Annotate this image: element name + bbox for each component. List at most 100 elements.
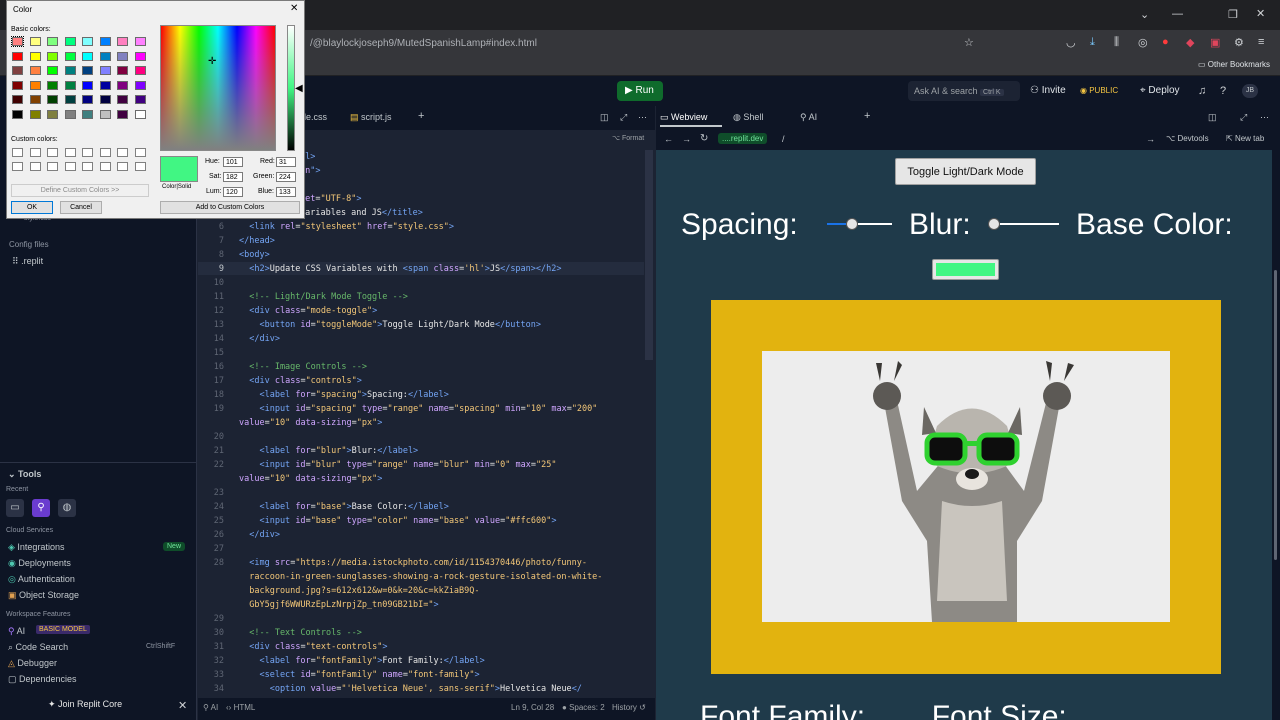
basic-color-swatch[interactable]: [117, 109, 128, 119]
help-icon[interactable]: ?: [1220, 85, 1226, 97]
basic-color-swatch[interactable]: [12, 95, 23, 104]
join-core-button[interactable]: ✦ Join Replit Core: [48, 699, 122, 710]
base-color-input[interactable]: [932, 259, 999, 280]
library-icon[interactable]: ⫼: [1114, 36, 1119, 49]
basic-color-swatch[interactable]: [117, 95, 128, 104]
deploy-button[interactable]: ⌖ Deploy: [1140, 81, 1180, 101]
basic-color-swatch[interactable]: [47, 80, 58, 90]
basic-color-swatch[interactable]: [82, 95, 93, 104]
basic-color-swatch[interactable]: [134, 66, 146, 75]
new-tab-icon[interactable]: +: [864, 110, 870, 122]
tab-ai[interactable]: ⚲ AI: [800, 112, 817, 123]
blue-field[interactable]: 133: [276, 187, 296, 197]
status-spaces[interactable]: ● Spaces: 2: [562, 703, 605, 712]
tools-label[interactable]: ⌄ Tools: [8, 469, 41, 480]
luminosity-bar[interactable]: [287, 25, 295, 151]
new-tab-button[interactable]: ⇱ New tab: [1226, 134, 1264, 143]
status-language[interactable]: ‹› HTML: [226, 703, 255, 712]
blur-slider-thumb[interactable]: [988, 218, 1000, 230]
minimize-icon[interactable]: —: [1172, 8, 1183, 20]
basic-color-swatch[interactable]: [99, 109, 111, 119]
bell-icon[interactable]: ♫: [1198, 85, 1206, 97]
restore-icon[interactable]: ❐: [1228, 8, 1238, 21]
custom-color-swatch[interactable]: [82, 148, 93, 157]
sat-field[interactable]: 182: [223, 172, 243, 182]
chevron-down-icon[interactable]: ⌄: [1140, 8, 1149, 21]
custom-color-swatch[interactable]: [29, 148, 41, 157]
custom-color-swatch[interactable]: [64, 162, 76, 171]
basic-color-swatch[interactable]: [64, 80, 76, 90]
basic-color-swatch[interactable]: [29, 37, 41, 46]
basic-color-swatch[interactable]: [64, 66, 76, 75]
basic-color-swatch[interactable]: [82, 66, 93, 75]
custom-color-swatch[interactable]: [29, 162, 41, 171]
red-field[interactable]: 31: [276, 157, 296, 167]
expand-icon[interactable]: ⤢: [620, 112, 627, 123]
globe-icon[interactable]: ◍: [58, 499, 76, 517]
new-tab-icon[interactable]: +: [418, 110, 424, 122]
split-icon[interactable]: ◫: [600, 112, 609, 123]
blur-slider[interactable]: [994, 223, 1059, 225]
back-icon[interactable]: ←: [664, 134, 673, 144]
green-field[interactable]: 224: [276, 172, 296, 182]
ok-button[interactable]: OK: [11, 201, 53, 214]
extensions-puzzle-icon[interactable]: ⚙: [1234, 36, 1244, 49]
sidebar-item-authentication[interactable]: ◎ Authentication: [8, 574, 75, 585]
toggle-mode-button[interactable]: Toggle Light/Dark Mode: [895, 158, 1036, 185]
url-text[interactable]: /@blaylockjoseph9/MutedSpanishLamp#index…: [310, 38, 537, 49]
status-history[interactable]: History ↺: [612, 703, 646, 712]
expand-icon[interactable]: ⤢: [1240, 112, 1247, 123]
basic-color-swatch[interactable]: [11, 36, 24, 47]
more-icon[interactable]: ⋯: [1260, 112, 1269, 123]
basic-color-swatch[interactable]: [29, 109, 41, 119]
hue-saturation-spectrum[interactable]: [160, 25, 276, 151]
luminosity-arrow-icon[interactable]: ◀: [295, 83, 303, 94]
sidebar-item-object-storage[interactable]: ▣ Object Storage: [8, 590, 79, 601]
split-icon[interactable]: ◫: [1208, 112, 1217, 123]
more-icon[interactable]: ⋯: [638, 112, 647, 123]
ai-tool-icon[interactable]: ⚲: [32, 499, 50, 517]
ask-ai-search[interactable]: Ask AI & search Ctrl K: [908, 81, 1020, 101]
extension-red-icon[interactable]: ●: [1162, 36, 1169, 48]
forward-icon[interactable]: →: [682, 134, 691, 144]
editor-scrollbar[interactable]: [645, 150, 653, 360]
basic-color-swatch[interactable]: [29, 66, 41, 75]
sidebar-item-integrations[interactable]: ◈ Integrations: [8, 542, 64, 553]
spectrum-crosshair-icon[interactable]: ✛: [208, 56, 216, 67]
custom-color-swatch[interactable]: [82, 162, 93, 171]
define-custom-colors-button[interactable]: Define Custom Colors >>: [11, 184, 149, 197]
tab-shell[interactable]: ◍ Shell: [733, 112, 763, 123]
sidebar-item-deployments[interactable]: ◉ Deployments: [8, 558, 71, 569]
spacing-slider[interactable]: [827, 223, 892, 225]
account-icon[interactable]: ◎: [1138, 36, 1148, 49]
devtools-button[interactable]: ⌥ Devtools: [1166, 134, 1209, 143]
basic-color-swatch[interactable]: [64, 95, 76, 104]
basic-color-swatch[interactable]: [134, 109, 146, 119]
basic-color-swatch[interactable]: [134, 95, 146, 104]
basic-color-swatch[interactable]: [99, 66, 111, 75]
custom-color-swatch[interactable]: [117, 148, 128, 157]
sidebar-item-debugger[interactable]: ◬ Debugger: [8, 658, 57, 669]
basic-color-swatch[interactable]: [99, 95, 111, 104]
extension-badge-icon[interactable]: ▣: [1210, 36, 1220, 49]
basic-color-swatch[interactable]: [29, 80, 41, 90]
custom-color-swatch[interactable]: [99, 162, 111, 171]
basic-color-swatch[interactable]: [82, 109, 93, 119]
custom-color-swatch[interactable]: [117, 162, 128, 171]
custom-color-swatch[interactable]: [99, 148, 111, 157]
pocket-icon[interactable]: ◡: [1066, 36, 1076, 49]
add-to-custom-colors-button[interactable]: Add to Custom Colors: [160, 201, 300, 214]
basic-color-swatch[interactable]: [12, 80, 23, 90]
basic-color-swatch[interactable]: [82, 51, 93, 61]
custom-color-swatch[interactable]: [64, 148, 76, 157]
preview-url-host[interactable]: ....replit.dev: [718, 133, 768, 144]
tab-style-css[interactable]: le.css: [304, 112, 327, 122]
custom-color-swatch[interactable]: [134, 148, 146, 157]
star-icon[interactable]: ☆: [964, 36, 974, 49]
basic-color-swatch[interactable]: [117, 37, 128, 46]
refresh-icon[interactable]: ↻: [700, 133, 708, 144]
basic-color-swatch[interactable]: [117, 80, 128, 90]
basic-color-swatch[interactable]: [47, 95, 58, 104]
basic-color-swatch[interactable]: [117, 66, 128, 75]
format-button[interactable]: ⌥ Format: [612, 134, 644, 142]
